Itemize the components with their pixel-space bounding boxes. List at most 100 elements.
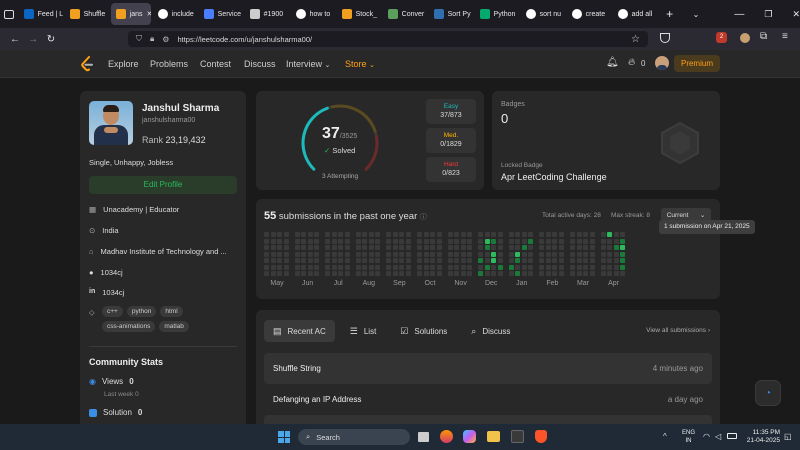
pocket-icon[interactable]	[660, 33, 670, 43]
notification-bell-icon[interactable]: 🔔︎	[606, 57, 619, 68]
url-text[interactable]: https://leetcode.com/u/janshulsharma00/	[177, 35, 312, 44]
heatmap-cell[interactable]	[362, 245, 368, 250]
heatmap-cell[interactable]	[301, 251, 307, 257]
heatmap-cell[interactable]	[294, 264, 300, 270]
heatmap-cell[interactable]	[613, 232, 619, 237]
heatmap-cell[interactable]	[558, 245, 564, 250]
heatmap-cell[interactable]	[570, 271, 575, 276]
heatmap-cell[interactable]	[620, 264, 626, 270]
heatmap-cell[interactable]	[447, 245, 453, 250]
heatmap-cell[interactable]	[484, 232, 490, 237]
heatmap-cell[interactable]	[375, 258, 381, 263]
heatmap-cell[interactable]	[484, 271, 490, 276]
heatmap-cell[interactable]	[264, 258, 269, 263]
close-tab-icon[interactable]: ✕	[146, 10, 150, 18]
heatmap-cell[interactable]	[545, 238, 551, 244]
heatmap-cell[interactable]	[515, 271, 521, 276]
nav-explore[interactable]: Explore	[108, 59, 139, 69]
heatmap-cell[interactable]	[392, 258, 398, 263]
heatmap-cell[interactable]	[417, 258, 422, 263]
heatmap-cell[interactable]	[362, 238, 368, 244]
heatmap-cell[interactable]	[607, 258, 613, 263]
heatmap-cell[interactable]	[314, 264, 320, 270]
heatmap-cell[interactable]	[270, 264, 276, 270]
heatmap-cell[interactable]	[521, 271, 527, 276]
heatmap-cell[interactable]	[386, 232, 392, 237]
heatmap-cell[interactable]	[355, 245, 361, 250]
heatmap-cell[interactable]	[325, 251, 331, 257]
wifi-icon[interactable]: ◠	[703, 432, 710, 441]
heatmap-cell[interactable]	[508, 251, 514, 257]
heatmap-cell[interactable]	[325, 238, 331, 244]
heatmap-cell[interactable]	[344, 264, 350, 270]
heatmap-cell[interactable]	[307, 238, 313, 244]
task-view-icon[interactable]	[418, 432, 429, 442]
heatmap-cell[interactable]	[417, 232, 422, 237]
heatmap-cell[interactable]	[460, 251, 466, 257]
heatmap-cell[interactable]	[570, 232, 575, 237]
heatmap-cell[interactable]	[613, 251, 619, 257]
heatmap-cell[interactable]	[423, 251, 429, 257]
heatmap-cell[interactable]	[508, 232, 514, 237]
heatmap-cell[interactable]	[515, 232, 521, 237]
heatmap-cell[interactable]	[491, 258, 497, 263]
heatmap-cell[interactable]	[515, 251, 521, 257]
heatmap-cell[interactable]	[600, 264, 606, 270]
heatmap-cell[interactable]	[508, 264, 514, 270]
heatmap-cell[interactable]	[386, 264, 392, 270]
heatmap-cell[interactable]	[583, 232, 588, 237]
heatmap-cell[interactable]	[423, 264, 429, 270]
heatmap-cell[interactable]	[355, 271, 361, 276]
heatmap-cell[interactable]	[528, 251, 534, 257]
heatmap-cell[interactable]	[552, 232, 558, 237]
heatmap-cell[interactable]	[399, 264, 405, 270]
restore-window-button[interactable]: ❐	[764, 9, 772, 20]
skill-tag[interactable]: html	[160, 306, 183, 317]
heatmap-cell[interactable]	[460, 258, 466, 263]
heatmap-cell[interactable]	[283, 245, 289, 250]
heatmap-cell[interactable]	[399, 245, 405, 250]
heatmap-cell[interactable]	[508, 258, 514, 263]
heatmap-cell[interactable]	[558, 264, 564, 270]
heatmap-cell[interactable]	[545, 271, 551, 276]
heatmap-cell[interactable]	[423, 238, 429, 244]
github-text[interactable]: 1034cj	[101, 268, 123, 277]
browser-tab[interactable]: Feed | L	[19, 3, 63, 25]
heatmap-cell[interactable]	[497, 271, 503, 276]
heatmap-cell[interactable]	[368, 251, 374, 257]
heatmap-cell[interactable]	[467, 271, 473, 276]
heatmap-cell[interactable]	[478, 251, 484, 257]
heatmap-cell[interactable]	[301, 232, 307, 237]
heatmap-cell[interactable]	[423, 245, 429, 250]
terminal-icon[interactable]	[511, 430, 524, 443]
heatmap-cell[interactable]	[325, 245, 331, 250]
close-window-button[interactable]: ✕	[792, 9, 800, 20]
menu-icon[interactable]: ≡	[782, 31, 788, 42]
heatmap-cell[interactable]	[539, 232, 545, 237]
heatmap-cell[interactable]	[467, 232, 473, 237]
heatmap-cell[interactable]	[497, 238, 503, 244]
heatmap-cell[interactable]	[325, 232, 331, 237]
url-field[interactable]: ⛉ 🔒︎ ⚙ https://leetcode.com/u/janshulsha…	[128, 31, 648, 47]
heatmap-cell[interactable]	[392, 238, 398, 244]
heatmap-cell[interactable]	[368, 258, 374, 263]
heatmap-cell[interactable]	[270, 258, 276, 263]
heatmap-cell[interactable]	[613, 258, 619, 263]
linkedin-row[interactable]: in 1034cj	[89, 288, 124, 297]
browser-tab[interactable]: create	[567, 3, 611, 25]
heatmap-cell[interactable]	[277, 271, 282, 276]
heatmap-cell[interactable]	[558, 251, 564, 257]
heatmap-cell[interactable]	[270, 245, 276, 250]
recent-tab[interactable]: ☑ Solutions	[391, 320, 456, 342]
heatmap-cell[interactable]	[405, 271, 411, 276]
heatmap-cell[interactable]	[558, 271, 564, 276]
heatmap-cell[interactable]	[436, 232, 442, 237]
heatmap-cell[interactable]	[589, 232, 595, 237]
heatmap-cell[interactable]	[386, 245, 392, 250]
heatmap-cell[interactable]	[576, 238, 582, 244]
heatmap-cell[interactable]	[545, 264, 551, 270]
heatmap-cell[interactable]	[436, 251, 442, 257]
heatmap-cell[interactable]	[460, 271, 466, 276]
linkedin-text[interactable]: 1034cj	[102, 288, 124, 297]
nav-discuss[interactable]: Discuss	[244, 59, 276, 69]
